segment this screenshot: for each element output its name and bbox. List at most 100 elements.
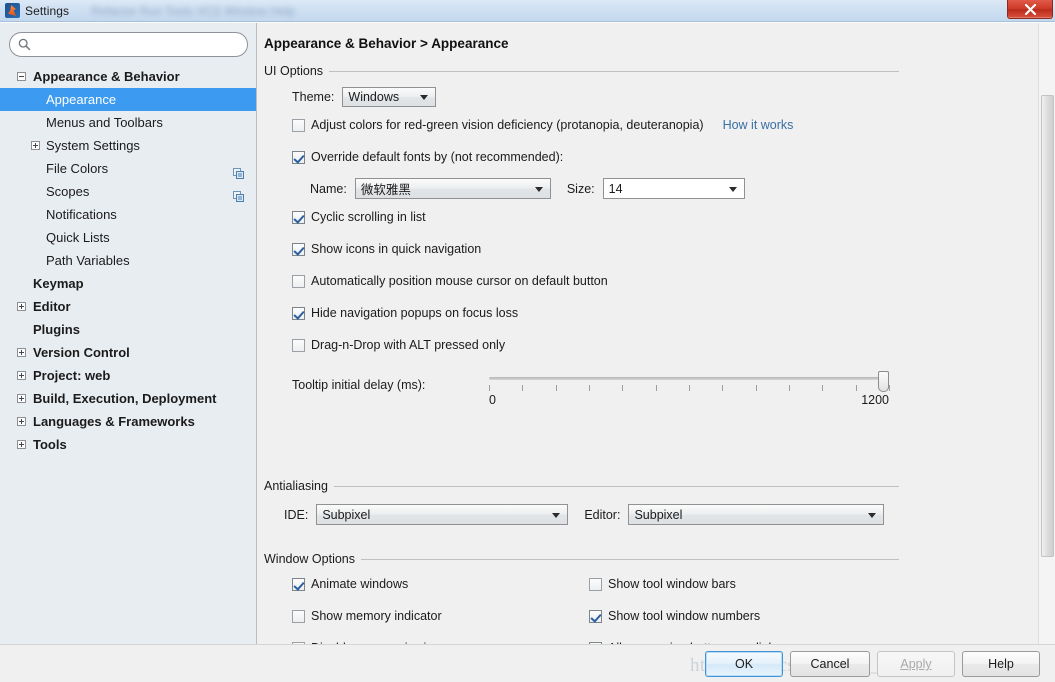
checkbox-box — [292, 338, 305, 352]
sidebar-item-appearance[interactable]: Appearance — [0, 88, 256, 111]
ui-options-section: UI Options Theme: Windows Adjust colors — [264, 63, 899, 407]
window-option-row: Show tool window numbers — [589, 609, 760, 623]
sidebar-item-project-web[interactable]: Project: web — [0, 364, 256, 387]
checkbox-show-tool-window-bars[interactable]: Show tool window bars — [589, 577, 736, 591]
apply-button-label: Apply — [900, 657, 932, 671]
sidebar-item-label: Scopes — [46, 184, 90, 199]
antialiasing-row: IDE: Subpixel Editor: Subpixel — [284, 504, 885, 525]
theme-value: Windows — [348, 90, 400, 104]
sidebar-item-label: Path Variables — [46, 253, 130, 268]
help-button[interactable]: Help — [962, 651, 1040, 677]
font-name-dropdown[interactable]: 微软雅黑 — [354, 178, 551, 199]
antialiasing-header: Antialiasing — [264, 478, 899, 494]
close-glyph — [1024, 3, 1036, 15]
chevron-down-icon — [420, 95, 429, 100]
theme-label: Theme: — [292, 90, 335, 104]
window-option-row: Show memory indicator — [292, 609, 442, 623]
expand-icon[interactable] — [17, 440, 26, 449]
sidebar-item-quick-lists[interactable]: Quick Lists — [0, 226, 256, 249]
checkbox-box — [292, 118, 305, 132]
expand-icon[interactable] — [17, 302, 26, 311]
section-divider — [329, 70, 899, 72]
sidebar-item-system-settings[interactable]: System Settings — [0, 134, 256, 157]
expand-icon[interactable] — [17, 371, 26, 380]
window-options-header: Window Options — [264, 551, 899, 567]
font-size-label: Size: — [566, 181, 595, 196]
sidebar-item-file-colors[interactable]: File Colors — [0, 157, 256, 180]
checkbox-show-tool-window-numbers[interactable]: Show tool window numbers — [589, 609, 760, 623]
copy-icon[interactable] — [233, 186, 244, 202]
ui-option-row: Cyclic scrolling in list — [292, 210, 426, 224]
sidebar-item-label: Plugins — [33, 322, 80, 337]
how-it-works-link[interactable]: How it works — [723, 118, 794, 132]
font-size-dropdown[interactable]: 14 — [602, 178, 745, 199]
checkbox-box — [292, 242, 305, 256]
ui-option-row: Show icons in quick navigation — [292, 242, 481, 256]
theme-dropdown[interactable]: Windows — [342, 87, 437, 107]
copy-icon[interactable] — [233, 163, 244, 179]
checkbox-label: Cyclic scrolling in list — [311, 210, 426, 224]
checkbox-animate-windows[interactable]: Animate windows — [292, 577, 408, 591]
content-scroll-area: UI Options Theme: Windows Adjust colors — [257, 63, 1037, 645]
sidebar-item-menus-and-toolbars[interactable]: Menus and Toolbars — [0, 111, 256, 134]
sidebar-item-version-control[interactable]: Version Control — [0, 341, 256, 364]
sidebar-item-label: Build, Execution, Deployment — [33, 391, 217, 406]
colorblind-checkbox[interactable]: Adjust colors for red-green vision defic… — [292, 118, 704, 132]
sidebar-item-keymap[interactable]: Keymap — [0, 272, 256, 295]
sidebar-item-tools[interactable]: Tools — [0, 433, 256, 456]
sidebar-item-label: System Settings — [46, 138, 140, 153]
breadcrumb: Appearance & Behavior > Appearance — [264, 36, 509, 51]
slider-tick — [522, 385, 524, 391]
slider-thumb[interactable] — [878, 371, 889, 392]
checkbox-show-memory-indicator[interactable]: Show memory indicator — [292, 609, 442, 623]
editor-antialias-dropdown[interactable]: Subpixel — [628, 504, 885, 525]
tooltip-delay-slider[interactable]: 0 1200 — [489, 369, 890, 413]
expand-icon[interactable] — [17, 394, 26, 403]
expand-icon[interactable] — [17, 348, 26, 357]
search-input[interactable] — [36, 35, 231, 54]
sidebar-item-editor[interactable]: Editor — [0, 295, 256, 318]
sidebar-item-notifications[interactable]: Notifications — [0, 203, 256, 226]
checkbox-label: Automatically position mouse cursor on d… — [311, 274, 608, 288]
cancel-button[interactable]: Cancel — [790, 651, 870, 677]
window-title: Settings — [25, 3, 70, 18]
search-box[interactable] — [9, 32, 248, 57]
ide-antialias-dropdown[interactable]: Subpixel — [316, 504, 569, 525]
section-divider — [361, 558, 899, 560]
checkbox-drag-n-drop-with-alt-pressed-only[interactable]: Drag-n-Drop with ALT pressed only — [292, 338, 505, 352]
settings-tree[interactable]: Appearance & Behavior Appearance Menus and… — [0, 65, 256, 645]
checkbox-box — [292, 210, 305, 224]
collapse-icon[interactable] — [17, 72, 26, 81]
sidebar-item-plugins[interactable]: Plugins — [0, 318, 256, 341]
background-menu-bar-blurred: Refactor Run Tools VCS Window Help — [91, 3, 296, 18]
expand-icon[interactable] — [31, 141, 40, 150]
slider-tick — [855, 385, 857, 391]
override-fonts-checkbox[interactable]: Override default fonts by (not recommend… — [292, 150, 563, 164]
vertical-scrollbar[interactable] — [1038, 23, 1055, 645]
ok-button[interactable]: OK — [705, 651, 783, 677]
chevron-down-icon — [728, 186, 737, 192]
search-container — [9, 32, 248, 57]
font-row: Name: 微软雅黑 Size: 14 — [310, 178, 745, 199]
sidebar-item-languages-frameworks[interactable]: Languages & Frameworks — [0, 410, 256, 433]
sidebar-item-appearance-behavior[interactable]: Appearance & Behavior — [0, 65, 256, 88]
close-icon[interactable] — [1007, 0, 1053, 19]
sidebar-item-build-execution-deployment[interactable]: Build, Execution, Deployment — [0, 387, 256, 410]
tooltip-delay-row: Tooltip initial delay (ms): 0 1200 — [292, 363, 890, 407]
antialiasing-section: Antialiasing IDE: Subpixel Editor: Subpi… — [264, 478, 899, 525]
checkbox-box — [292, 306, 305, 320]
checkbox-automatically-position-mouse-cursor-on-default-button[interactable]: Automatically position mouse cursor on d… — [292, 274, 608, 288]
scrollbar-thumb[interactable] — [1041, 95, 1054, 557]
section-divider — [333, 485, 899, 487]
sidebar-item-path-variables[interactable]: Path Variables — [0, 249, 256, 272]
checkbox-cyclic-scrolling-in-list[interactable]: Cyclic scrolling in list — [292, 210, 426, 224]
ide-antialias-label: IDE: — [284, 507, 309, 522]
colorblind-row: Adjust colors for red-green vision defic… — [292, 118, 793, 132]
title-bar: Settings Refactor Run Tools VCS Window H… — [0, 0, 1055, 22]
settings-content-panel: Appearance & Behavior > Appearance UI Op… — [257, 23, 1055, 645]
sidebar-item-scopes[interactable]: Scopes — [0, 180, 256, 203]
expand-icon[interactable] — [17, 417, 26, 426]
checkbox-box — [292, 609, 305, 623]
checkbox-show-icons-in-quick-navigation[interactable]: Show icons in quick navigation — [292, 242, 481, 256]
checkbox-hide-navigation-popups-on-focus-loss[interactable]: Hide navigation popups on focus loss — [292, 306, 518, 320]
